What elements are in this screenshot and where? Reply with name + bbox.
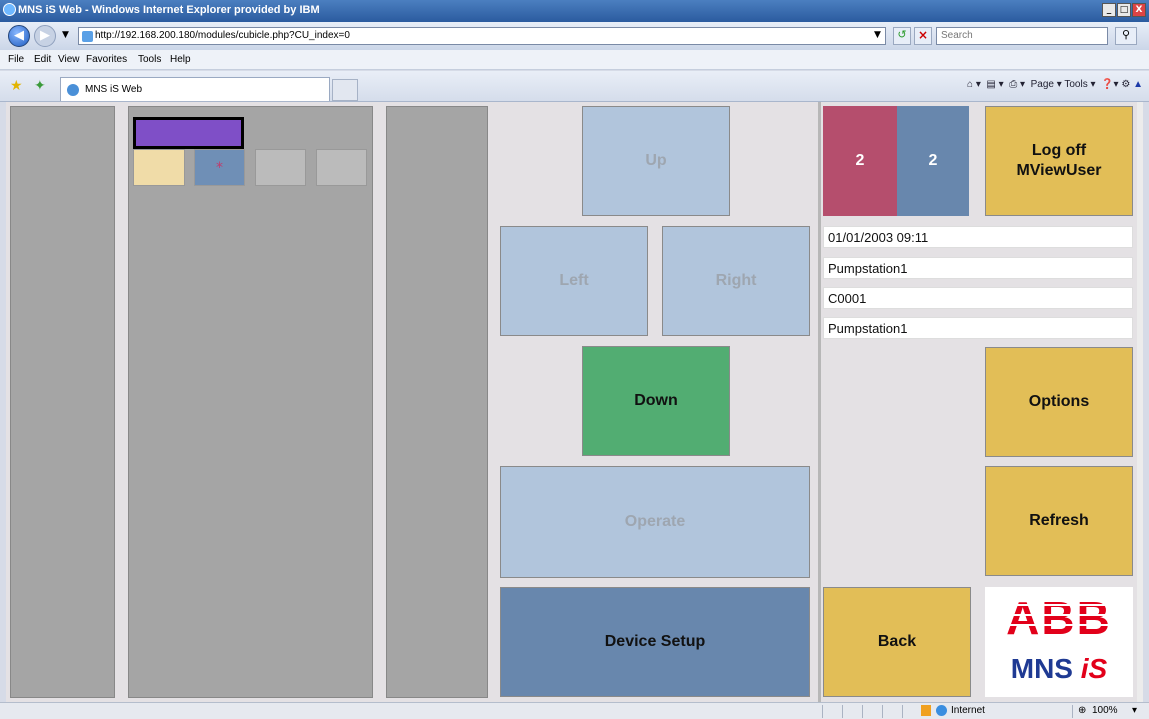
tab-bar: ★ ✦ MNS iS Web ⌂ ▾ ▤ ▾ ⎙ ▾ Page ▾ Tools … (0, 71, 1149, 102)
stop-icon[interactable]: × (914, 27, 932, 45)
url-field[interactable]: http://192.168.200.180/modules/cubicle.p… (78, 27, 886, 45)
alarm-counter[interactable]: 2 (823, 106, 897, 216)
menu-favorites[interactable]: Favorites (86, 54, 127, 65)
feeds-icon[interactable]: ▤ ▾ (986, 79, 1003, 90)
menu-file[interactable]: File (8, 54, 24, 65)
station2-field: Pumpstation1 (823, 317, 1133, 339)
status-cell (1072, 705, 1073, 718)
alarm-marker: * (216, 159, 223, 176)
selected-device-indicator (136, 120, 241, 146)
search-input[interactable]: Search (936, 27, 1108, 45)
logoff-label: Log off (1031, 142, 1087, 159)
logo-mns: MNS (1010, 653, 1073, 684)
tab-mns-is-web[interactable]: MNS iS Web (60, 77, 330, 101)
warning-counter[interactable]: 2 (897, 106, 969, 216)
command-bar-label[interactable]: Page ▾ Tools ▾ (1031, 79, 1096, 90)
research-icon[interactable]: ⚙ (1121, 79, 1130, 90)
logo-stripe-1 (985, 604, 1133, 606)
status-bar: Internet ⊕ 100% ▾ (0, 702, 1149, 719)
zone-label: Internet (951, 705, 985, 716)
logo-stripe-2 (985, 614, 1133, 616)
status-cell (862, 705, 863, 718)
middle-pane (386, 106, 488, 698)
operate-button[interactable]: Operate (500, 466, 810, 578)
scrollbar[interactable] (1137, 102, 1143, 702)
station-field: Pumpstation1 (823, 257, 1133, 279)
menu-edit[interactable]: Edit (34, 54, 51, 65)
url-text: http://192.168.200.180/modules/cubicle.p… (95, 30, 350, 41)
ie-icon (3, 3, 16, 16)
ie-page-icon (67, 84, 79, 96)
url-dropdown-icon[interactable]: ▼ (874, 30, 881, 40)
home-icon[interactable]: ⌂ ▾ (967, 79, 981, 90)
refresh-button[interactable]: Refresh (985, 466, 1133, 576)
command-bar: ⌂ ▾ ▤ ▾ ⎙ ▾ Page ▾ Tools ▾ ❓▾ ⚙ ▲ (967, 79, 1143, 90)
right-button[interactable]: Right (662, 226, 810, 336)
abb-logo-text: ABB (1006, 592, 1112, 644)
logo-is: iS (1080, 653, 1108, 684)
close-button[interactable]: X (1132, 3, 1146, 17)
logo-stripe-3 (985, 624, 1133, 626)
menu-bar: File Edit View Favorites Tools Help (0, 50, 1149, 70)
menu-tools[interactable]: Tools (138, 54, 161, 65)
new-tab-button[interactable] (332, 79, 358, 101)
mns-is-logo: MNS iS (985, 649, 1133, 689)
window-title-bar: MNS iS Web - Windows Internet Explorer p… (0, 0, 1149, 22)
back-nav-icon[interactable]: ◀ (8, 25, 30, 47)
selected-device-box[interactable] (133, 117, 244, 149)
divider (818, 102, 821, 702)
minimize-button[interactable]: _ (1102, 3, 1116, 17)
device-tile-3[interactable] (255, 149, 306, 186)
zoom-icon[interactable]: ⊕ (1078, 705, 1086, 716)
address-bar: ◀ ▶ ▼ http://192.168.200.180/modules/cub… (0, 22, 1149, 50)
forward-nav-icon[interactable]: ▶ (34, 25, 56, 47)
menu-help[interactable]: Help (170, 54, 191, 65)
print-icon[interactable]: ⎙ ▾ (1009, 79, 1025, 90)
zoom-level[interactable]: 100% (1092, 705, 1118, 716)
down-button[interactable]: Down (582, 346, 730, 456)
abb-logo: ABB MNS iS (985, 587, 1133, 697)
left-button[interactable]: Left (500, 226, 648, 336)
up-button[interactable]: Up (582, 106, 730, 216)
cubicle-pane: * (128, 106, 373, 698)
menu-view[interactable]: View (58, 54, 80, 65)
back-button[interactable]: Back (823, 587, 971, 697)
protected-mode-icon (921, 705, 931, 716)
restore-button[interactable]: □ (1117, 3, 1131, 17)
status-cell (882, 705, 883, 718)
datetime-field: 01/01/2003 09:11 (823, 226, 1133, 248)
logoff-user: MViewUser (1016, 162, 1102, 179)
device-setup-button[interactable]: Device Setup (500, 587, 810, 697)
left-pane (10, 106, 115, 698)
zoom-dropdown-icon[interactable]: ▾ (1132, 705, 1137, 716)
page-content: * Up Left Right Down Operate Device Setu… (6, 102, 1143, 702)
favorites-star-icon[interactable]: ★ (10, 78, 23, 94)
device-tile-4[interactable] (316, 149, 367, 186)
help-icon[interactable]: ❓▾ (1101, 79, 1118, 90)
cubicle-field: C0001 (823, 287, 1133, 309)
window-title: MNS iS Web - Windows Internet Explorer p… (18, 4, 320, 16)
internet-zone-icon (936, 705, 947, 716)
device-tile-2[interactable]: * (194, 149, 245, 186)
tab-label: MNS iS Web (85, 84, 143, 95)
bluetooth-icon[interactable]: ▲ (1133, 79, 1143, 90)
options-button[interactable]: Options (985, 347, 1133, 457)
refresh-icon[interactable]: ↺ (893, 27, 911, 45)
page-icon (82, 31, 93, 42)
logoff-button[interactable]: Log off MViewUser (985, 106, 1133, 216)
status-cell (902, 705, 903, 718)
search-icon[interactable]: ⚲ (1115, 27, 1137, 45)
device-tile-1[interactable] (133, 149, 185, 186)
history-dropdown-icon[interactable]: ▼ (62, 30, 69, 40)
add-favorite-icon[interactable]: ✦ (34, 78, 46, 94)
status-cell (842, 705, 843, 718)
status-cell (822, 705, 823, 718)
